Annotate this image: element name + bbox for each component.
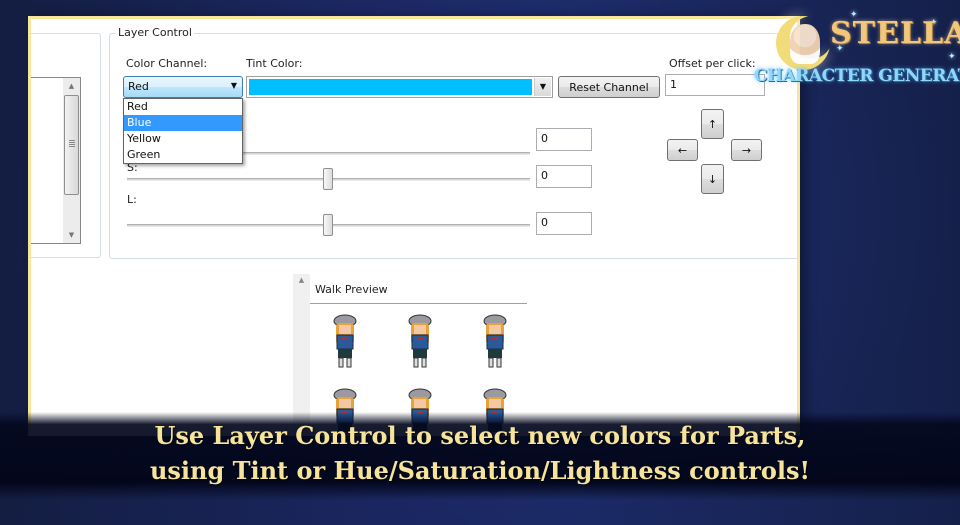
logo-character-icon — [790, 24, 820, 64]
walk-preview-title: Walk Preview — [315, 283, 388, 296]
walk-sprite — [406, 313, 434, 377]
lightness-value-input[interactable]: 0 — [536, 212, 592, 235]
color-channel-select[interactable]: Red ▼ — [123, 76, 243, 98]
color-channel-dropdown: Red Blue Yellow Green — [123, 98, 243, 164]
caption-line-2: using Tint or Hue/Saturation/Lightness c… — [149, 456, 811, 485]
scroll-down-icon[interactable]: ▼ — [63, 227, 80, 243]
stella-logo: ✦ ✦ ✦ ✦ STELLA CHARACTER GENERATOR — [750, 4, 960, 104]
arrow-right-icon: → — [741, 143, 752, 157]
hue-value-input[interactable]: 0 — [536, 128, 592, 151]
scroll-up-icon[interactable]: ▲ — [63, 78, 80, 94]
offset-right-button[interactable]: → — [731, 139, 762, 161]
offset-per-click-label: Offset per click: — [669, 57, 756, 70]
grip-icon — [69, 140, 75, 148]
saturation-slider-thumb[interactable] — [323, 168, 333, 190]
reset-channel-button[interactable]: Reset Channel — [558, 76, 660, 98]
caption-line-1: Use Layer Control to select new colors f… — [154, 421, 806, 450]
chevron-down-icon[interactable]: ▼ — [534, 78, 551, 96]
arrow-down-icon: ↓ — [707, 172, 718, 186]
lightness-slider-thumb[interactable] — [323, 214, 333, 236]
layer-control-title: Layer Control — [116, 26, 194, 39]
dropdown-option-blue[interactable]: Blue — [124, 115, 242, 131]
offset-up-button[interactable]: ↑ — [701, 109, 724, 139]
tint-color-label: Tint Color: — [246, 57, 303, 70]
parts-list[interactable]: ▲ ▼ — [31, 77, 81, 244]
logo-subtitle: CHARACTER GENERATOR — [754, 66, 960, 86]
arrow-up-icon: ↑ — [707, 117, 718, 131]
saturation-value-input[interactable]: 0 — [536, 165, 592, 188]
walk-sprite — [481, 313, 509, 377]
offset-down-button[interactable]: ↓ — [701, 164, 724, 194]
scroll-thumb[interactable] — [64, 95, 79, 195]
app-window: ▲ ▼ Layer Control Color Channel: Red ▼ R… — [28, 16, 800, 436]
star-icon: ✦ — [948, 52, 956, 62]
arrow-left-icon: ← — [677, 143, 688, 157]
parts-list-scrollbar[interactable]: ▲ ▼ — [63, 78, 80, 243]
offset-left-button[interactable]: ← — [667, 139, 698, 161]
chevron-down-icon: ▼ — [230, 81, 237, 90]
logo-title: STELLA — [830, 16, 960, 51]
walk-preview-divider — [310, 303, 527, 304]
dropdown-option-yellow[interactable]: Yellow — [124, 131, 242, 147]
scroll-up-icon[interactable]: ▲ — [293, 276, 310, 284]
color-channel-label: Color Channel: — [126, 57, 208, 70]
dropdown-option-green[interactable]: Green — [124, 147, 242, 163]
color-channel-value: Red — [128, 80, 149, 93]
dropdown-option-red[interactable]: Red — [124, 99, 242, 115]
walk-sprite — [331, 313, 359, 377]
tint-color-swatch — [249, 79, 532, 95]
tint-color-select[interactable]: ▼ — [246, 76, 553, 98]
lightness-label: L: — [127, 193, 137, 206]
